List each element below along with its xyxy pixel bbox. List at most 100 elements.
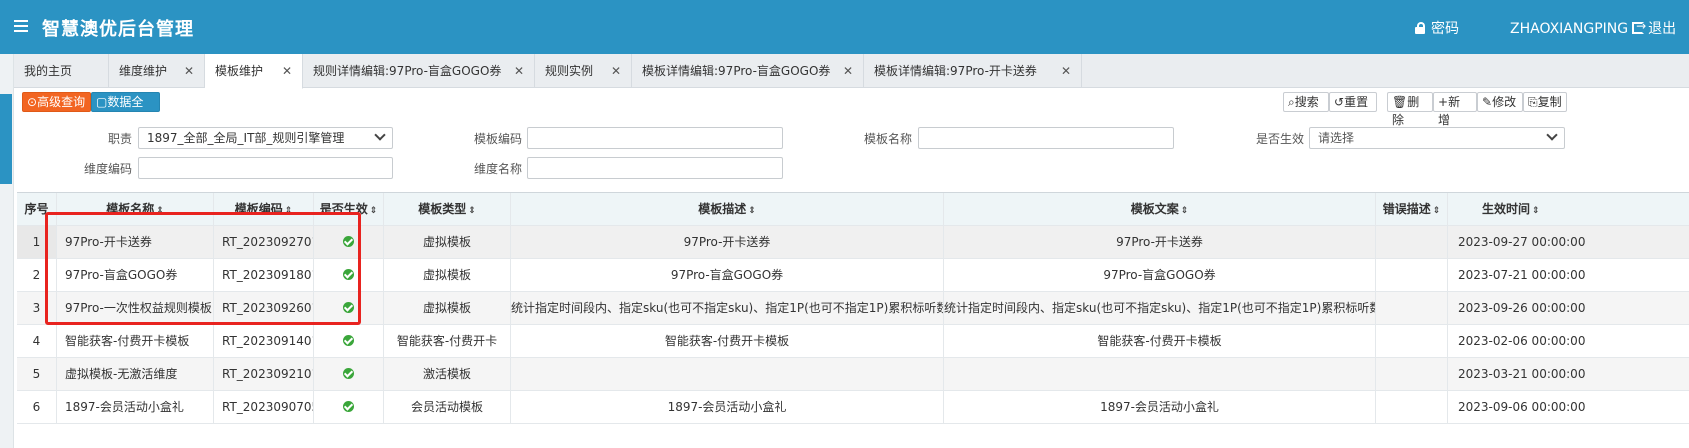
cell-error [1376, 226, 1448, 258]
cell-no: 5 [17, 358, 57, 390]
tab-home[interactable]: 我的主页 [14, 54, 109, 88]
cell-no: 2 [17, 259, 57, 291]
tab-rule-detail[interactable]: 规则详情编辑:97Pro-盲盒GOGO券 ✕ [303, 54, 535, 88]
cell-desc [511, 358, 944, 390]
cell-code: RT_2023092701 [214, 226, 314, 258]
cell-code: RT_2023090705 [214, 391, 314, 423]
cell-no: 3 [17, 292, 57, 324]
menu-icon[interactable] [14, 20, 28, 32]
cell-time: 2023-03-21 00:00:00 [1458, 367, 1586, 381]
reset-button[interactable]: ↺重置 [1329, 92, 1377, 112]
effective-select[interactable]: 请选择 [1309, 127, 1565, 149]
cell-time: 2023-09-27 00:00:00 [1458, 235, 1586, 249]
close-icon[interactable]: ✕ [184, 54, 194, 88]
dimension-code-label: 维度编码 [83, 162, 132, 176]
table-row[interactable]: 3 97Pro-一次性权益规则模板 RT_2023092601 虚拟模板 统计指定时间段… [17, 292, 1689, 325]
col-header-time[interactable]: 生效时间 ⇕ [1448, 193, 1689, 225]
col-header-type[interactable]: 模板类型 ⇕ [384, 193, 511, 225]
close-icon[interactable]: ✕ [611, 54, 621, 88]
tab-label: 维度维护 [119, 64, 168, 78]
delete-button[interactable]: 🗑删除 [1387, 92, 1433, 127]
table-row[interactable]: 2 97Pro-盲盒GOGO券 RT_2023091801 虚拟模板 97Pro-盲盒G… [17, 259, 1689, 292]
close-icon[interactable]: ✕ [514, 54, 524, 88]
pencil-icon: ✎ [1482, 95, 1493, 109]
tab-dimension[interactable]: 维度维护 ✕ [109, 54, 205, 88]
cell-type: 会员活动模板 [384, 391, 511, 423]
sort-icon: ⇕ [156, 206, 164, 216]
sort-icon: ⇕ [1432, 206, 1441, 216]
cell-error [1376, 292, 1448, 324]
sort-icon: ⇕ [369, 206, 378, 216]
logout-icon[interactable] [1632, 19, 1646, 34]
check-circle-icon [343, 368, 354, 379]
cell-copy: 统计指定时间段内、指定sku(也可不指定sku)、指定1P(也可不指定1P)累积… [944, 292, 1376, 324]
col-header-code[interactable]: 模板编码 ⇕ [214, 193, 314, 225]
cell-error [1376, 325, 1448, 357]
check-circle-icon [343, 302, 354, 313]
tab-label: 规则实例 [545, 64, 594, 78]
dimension-code-input[interactable] [138, 157, 393, 179]
chevron-down-icon [1546, 129, 1558, 141]
edit-button[interactable]: ✎修改 [1477, 92, 1523, 112]
cell-code: RT_2023092101 [214, 358, 314, 390]
col-header-no: 序号 [17, 193, 57, 225]
copy-icon: ⎘ [1528, 95, 1538, 109]
cell-error [1376, 259, 1448, 291]
cell-copy [944, 358, 1376, 390]
full-screen-button[interactable]: ▢数据全屏 [91, 92, 160, 127]
check-circle-icon [343, 269, 354, 280]
duty-select[interactable]: 1897_全部_全局_IT部_规则引擎管理 [138, 127, 393, 149]
cell-copy: 智能获客-付费开卡模板 [944, 325, 1376, 357]
cell-error [1376, 391, 1448, 423]
table-row[interactable]: 1 97Pro-开卡送券 RT_2023092701 虚拟模板 97Pro-开卡送券 97… [17, 226, 1689, 259]
password-link[interactable]: 密码 [1415, 18, 1459, 38]
cell-name: 97Pro-一次性权益规则模板 [57, 292, 214, 324]
search-icon: ⌕ [1288, 95, 1295, 109]
tab-template-detail-1[interactable]: 模板详情编辑:97Pro-盲盒GOGO券 ✕ [632, 54, 864, 88]
search-label: 搜索 [1294, 95, 1319, 109]
tab-template-detail-2[interactable]: 模板详情编辑:97Pro-开卡送券 ✕ [864, 54, 1082, 88]
cell-time: 2023-09-06 00:00:00 [1458, 400, 1586, 414]
advanced-search-button[interactable]: ⊙高级查询 [22, 92, 91, 112]
cell-effective [314, 226, 384, 258]
cell-name: 97Pro-盲盒GOGO券 [57, 259, 214, 291]
copy-button[interactable]: ⎘复制 [1523, 92, 1567, 112]
app-title: 智慧澳优后台管理 [42, 19, 194, 40]
user-area: ZHAOXIANGPING 退出 [1510, 18, 1676, 38]
cell-type: 虚拟模板 [384, 292, 511, 324]
template-name-input[interactable] [918, 127, 1174, 149]
table-row[interactable]: 4 智能获客-付费开卡模板 RT_2023091401 智能获客-付费开卡 智能获客-付… [17, 325, 1689, 358]
template-code-input[interactable] [527, 127, 783, 149]
table-row[interactable]: 6 1897-会员活动小盒礼 RT_2023090705 会员活动模板 1897-会员活… [17, 391, 1689, 424]
close-icon[interactable]: ✕ [282, 54, 292, 88]
table-header: 序号 模板名称 ⇕ 模板编码 ⇕ 是否生效 ⇕ 模板类型 ⇕ 模板描述 ⇕ 模板文案 ⇕ 错… [17, 193, 1689, 226]
sort-icon: ⇕ [284, 206, 293, 216]
col-header-name[interactable]: 模板名称 ⇕ [57, 193, 214, 225]
close-icon[interactable]: ✕ [843, 54, 853, 88]
cell-effective [314, 358, 384, 390]
col-header-error[interactable]: 错误描述 ⇕ [1376, 193, 1448, 225]
sort-icon: ⇕ [468, 206, 476, 216]
side-strip [0, 54, 14, 448]
cell-desc: 97Pro-盲盒GOGO券 [511, 259, 944, 291]
logout-link[interactable]: 退出 [1648, 21, 1676, 37]
tab-template[interactable]: 模板维护 ✕ [205, 54, 303, 89]
search-button[interactable]: ⌕搜索 [1283, 92, 1329, 112]
cell-copy: 97Pro-盲盒GOGO券 [944, 259, 1376, 291]
close-icon[interactable]: ✕ [1061, 54, 1071, 88]
cell-no: 6 [17, 391, 57, 423]
table-row[interactable]: 5 虚拟模板-无激活维度 RT_2023092101 激活模板 2023-03-21 0… [17, 358, 1689, 391]
side-handle[interactable] [0, 94, 12, 184]
cell-type: 虚拟模板 [384, 226, 511, 258]
col-header-effective[interactable]: 是否生效 ⇕ [314, 193, 384, 225]
cell-desc: 97Pro-开卡送券 [511, 226, 944, 258]
reset-label: 重置 [1344, 95, 1369, 109]
col-header-desc[interactable]: 模板描述 ⇕ [511, 193, 944, 225]
col-header-copy[interactable]: 模板文案 ⇕ [944, 193, 1376, 225]
cell-name: 智能获客-付费开卡模板 [57, 325, 214, 357]
tab-rule-instance[interactable]: 规则实例 ✕ [535, 54, 632, 88]
dimension-name-input[interactable] [527, 157, 783, 179]
edit-label: 修改 [1492, 95, 1517, 109]
add-button[interactable]: +新增 [1433, 92, 1477, 127]
cell-type: 激活模板 [384, 358, 511, 390]
